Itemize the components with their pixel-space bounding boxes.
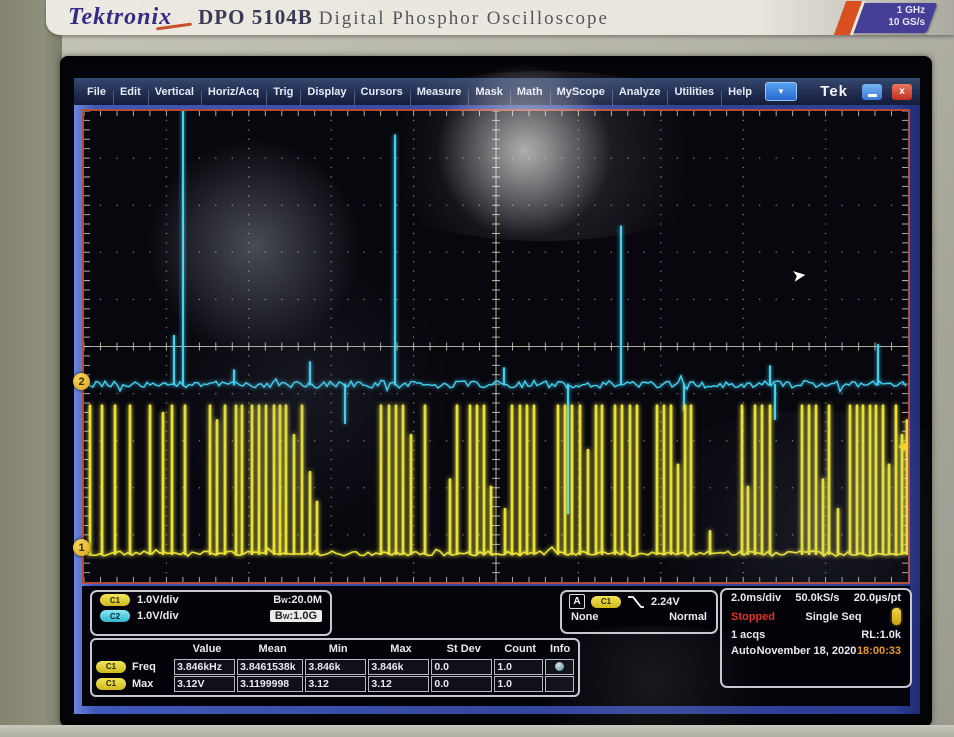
meas2-source-badge: C1 [96,677,126,690]
waveform-svg [84,111,908,582]
col-header-stdev: St Dev [446,643,481,655]
date-readout: November 18, 2020 [756,645,857,657]
trigger-bus-badge: A [569,594,585,609]
ch2-scale[interactable]: 1.0V/div [137,610,179,622]
channel2-marker[interactable]: 2 [73,373,90,390]
channel1-marker[interactable]: 1 [73,539,90,556]
trigger-level-arrow[interactable]: ◄ [895,439,910,454]
ch2-bandwidth[interactable]: BW:1.0G [269,610,322,622]
menu-bar: File Edit Vertical Horiz/Acq Trig Displa… [74,78,920,106]
trigger-mode[interactable]: Auto [731,645,756,657]
acquisition-mode[interactable]: Single Seq [805,611,861,623]
menu-utilities[interactable]: Utilities [667,86,721,106]
menu-vertical[interactable]: Vertical [147,86,201,106]
col-header-min: Min [328,643,348,655]
meas1-min: 3.846k [305,658,367,675]
measurement-row-freq: C1 Freq 3.846kHz 3.8461538k 3.846k 3.846k… [96,658,575,675]
menu-measure[interactable]: Measure [409,86,469,106]
meas1-name: Freq [132,660,156,673]
menu-cursors[interactable]: Cursors [353,86,410,106]
menu-math[interactable]: Math [509,86,550,106]
menu-horiz-acq[interactable]: Horiz/Acq [200,86,266,106]
col-header-info: Info [550,643,571,655]
ch2-badge[interactable]: C2 [100,610,130,622]
menu-display[interactable]: Display [300,86,353,106]
close-button[interactable]: x [892,83,912,100]
menu-edit[interactable]: Edit [112,86,148,106]
bezel-branding-strip: Tektronix DPO 5104B Digital Phosphor Osci… [46,0,954,35]
meas1-stdev: 0.0 [431,658,493,675]
tek-watermark: Tek [820,83,848,100]
trigger-left-mode[interactable]: None [571,611,599,623]
meas1-mean: 3.8461538k [237,658,304,675]
close-icon: x [899,86,905,97]
horizontal-box: 2.0ms/div 50.0kS/s 20.0µs/pt Stopped Sin… [720,588,912,688]
ch1-scale[interactable]: 1.0V/div [137,594,179,606]
meas1-source-badge: C1 [96,660,126,673]
meas2-name: Max [132,677,154,690]
meas1-count: 1.0 [494,658,543,675]
falling-edge-icon [628,595,644,608]
trigger-level[interactable]: 2.24V [651,596,680,608]
horizontal-scale[interactable]: 2.0ms/div [731,592,781,604]
measurement-header-row: Value Mean Min Max St Dev Count Info [96,641,574,658]
measurement-row-max: C1 Max 3.12V 3.1199998 3.12 3.12 0.0 1.0 [96,675,575,692]
tektronix-logo: Tektronix [68,4,193,31]
meas2-count: 1.0 [494,675,543,692]
status-area: C1 1.0V/div BW:20.0M C2 1.0V/div BW:1.0G [82,586,912,736]
measurement-table: Value Mean Min Max St Dev Count Info C1 F… [90,638,580,697]
col-header-max: Max [390,643,412,655]
ch1-bandwidth: BW:20.0M [273,594,322,606]
channel-settings-box: C1 1.0V/div BW:20.0M C2 1.0V/div BW:1.0G [90,590,332,636]
desktop-frame: 2 1 ◄ ➤ C1 1.0V/div BW:20.0M C2 1.0V/div… [73,56,954,736]
meas2-mean: 3.1199998 [237,675,304,692]
crt-screen: File Edit Vertical Horiz/Acq Trig Displa… [60,56,954,736]
meas2-stdev: 0.0 [431,675,493,692]
oscilloscope-photo: Tektronix DPO 5104B Digital Phosphor Osci… [0,0,954,737]
meas2-min: 3.12 [305,675,367,692]
model-number: DPO 5104B Digital Phosphor Oscilloscope [198,5,609,29]
meas2-max: 3.12 [368,675,430,692]
col-header-count: Count [504,643,537,655]
sample-rate: 50.0kS/s [795,592,840,604]
meas1-value: 3.846kHz [174,658,236,675]
trigger-box: A C1 2.24V None Normal [560,590,718,634]
minimize-button[interactable] [862,83,882,100]
record-length: RL:1.0k [861,629,901,641]
lcd-content: File Edit Vertical Horiz/Acq Trig Displa… [73,56,954,736]
menu-myscope[interactable]: MyScope [549,86,612,106]
bandwidth-badge: 1 GHz 10 GS/s [833,1,938,35]
mouse-cursor: ➤ [790,265,808,286]
meas2-info-cell[interactable] [544,675,575,692]
acq-count: 1 acqs [731,629,766,641]
chevron-down-icon: ▼ [777,87,785,96]
col-header-mean: Mean [258,643,287,655]
meas1-max: 3.846k [368,658,430,675]
sample-resolution: 20.0µs/pt [853,592,901,604]
menu-help[interactable]: Help [721,86,759,106]
col-header-value: Value [192,643,222,655]
clock-readout: 18:00:33 [856,645,901,657]
menu-file[interactable]: File [80,86,113,98]
info-icon[interactable] [554,662,564,672]
meas2-value: 3.12V [174,675,236,692]
acquisition-state: Stopped [731,610,775,623]
badge-stripe [833,1,866,35]
waveform-window: 2 1 ◄ ➤ [73,56,954,641]
menu-trig[interactable]: Trig [266,86,300,106]
menu-dropdown-button[interactable]: ▼ [765,82,798,101]
menu-analyze[interactable]: Analyze [611,86,668,106]
minimize-icon [867,93,877,97]
ch1-badge[interactable]: C1 [100,594,130,606]
meas1-info-cell[interactable] [544,658,575,675]
menu-mask[interactable]: Mask [468,86,510,106]
trigger-right-mode[interactable]: Normal [669,611,707,623]
model-description: Digital Phosphor Oscilloscope [318,8,609,29]
acq-indicator-icon [892,608,901,625]
trigger-source-badge[interactable]: C1 [591,595,621,608]
